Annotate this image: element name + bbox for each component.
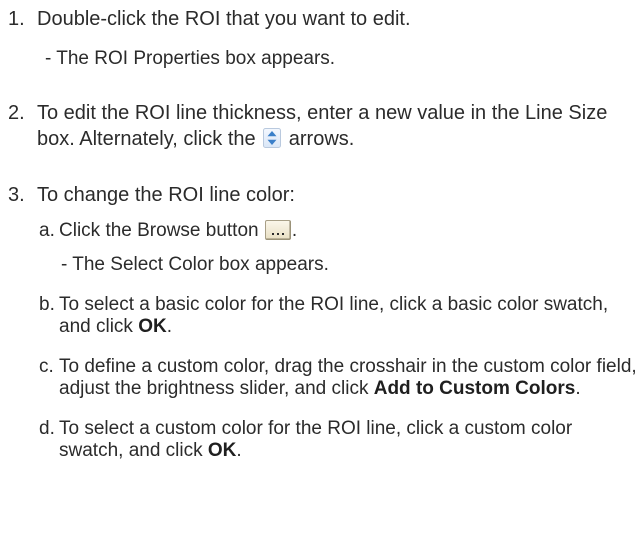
substep-a: a. Click the Browse button . - The Selec… bbox=[39, 220, 640, 276]
step-3: 3. To change the ROI line color: a. Clic… bbox=[8, 182, 640, 462]
substep-text: To select a custom color for the ROI lin… bbox=[59, 418, 573, 461]
step-note: - The ROI Properties box appears. bbox=[45, 48, 336, 69]
step-1: 1. Double-click the ROI that you want to… bbox=[8, 6, 640, 72]
substep-end: . bbox=[236, 440, 242, 461]
substep-end: . bbox=[575, 378, 581, 399]
substep-letter: b. bbox=[39, 294, 55, 315]
ok-button-label: OK bbox=[207, 440, 237, 461]
substep-letter: d. bbox=[39, 418, 55, 439]
substep-text: Click the Browse button bbox=[59, 220, 259, 241]
substep-note: - The Select Color box appears. bbox=[61, 254, 329, 275]
ok-button-label: OK bbox=[138, 316, 167, 337]
step-text: Double-click the ROI that you want to ed… bbox=[37, 8, 411, 30]
step-number: 3. bbox=[8, 184, 25, 206]
step-number: 1. bbox=[8, 8, 25, 30]
substep-letter: c. bbox=[39, 356, 54, 377]
add-custom-colors-label: Add to Custom Colors bbox=[373, 378, 576, 399]
substep-c: c. To define a custom color, drag the cr… bbox=[39, 356, 640, 400]
step-number: 2. bbox=[8, 102, 25, 124]
substep-d: d. To select a custom color for the ROI … bbox=[39, 418, 640, 462]
step-2: 2. To edit the ROI line thickness, enter… bbox=[8, 100, 640, 152]
step-text-end: arrows. bbox=[288, 128, 355, 150]
substep-letter: a. bbox=[39, 220, 55, 241]
substep-text-end: . bbox=[291, 220, 298, 241]
instructions-page: 1. Double-click the ROI that you want to… bbox=[0, 0, 640, 544]
step-text: To change the ROI line color: bbox=[37, 184, 295, 206]
browse-button-icon bbox=[264, 220, 291, 240]
spin-arrows-icon bbox=[263, 128, 282, 148]
substep-end: . bbox=[166, 316, 172, 337]
substep-b: b. To select a basic color for the ROI l… bbox=[39, 294, 640, 338]
